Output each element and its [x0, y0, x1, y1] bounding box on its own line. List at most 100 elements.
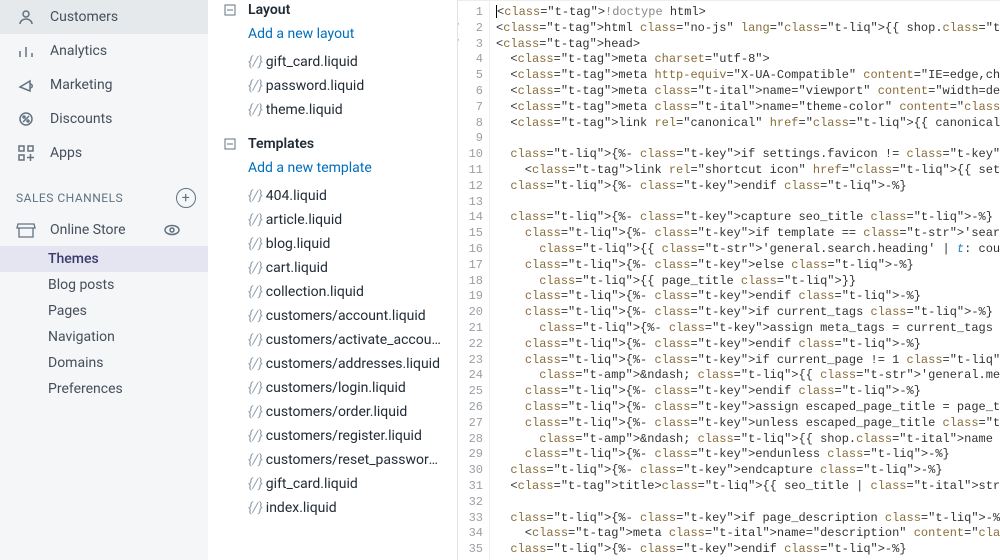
- add-channel-button[interactable]: +: [176, 188, 196, 208]
- code-line[interactable]: class="t-liq">{%- class="t-key">unless e…: [496, 416, 1000, 432]
- file-item[interactable]: {/}article.liquid: [208, 208, 457, 232]
- file-name: article.liquid: [266, 212, 342, 228]
- file-name: gift_card.liquid: [266, 476, 358, 492]
- file-item[interactable]: {/}customers/addresses.liquid: [208, 352, 457, 376]
- liquid-icon: {/}: [248, 332, 263, 348]
- code-line[interactable]: <class="t-tag">meta class="t-ital">name=…: [496, 100, 1000, 116]
- code-line[interactable]: <class="t-tag">title>class="t-liq">{{ se…: [496, 479, 1000, 495]
- code-line[interactable]: class="t-liq">{%- class="t-key">endif cl…: [496, 289, 1000, 305]
- file-item[interactable]: {/}customers/reset_password.liquid: [208, 448, 457, 472]
- code-line[interactable]: class="t-liq">{%- class="t-key">endunles…: [496, 447, 1000, 463]
- sidebar-item-online-store[interactable]: Online Store: [0, 214, 208, 246]
- code-line[interactable]: <class="t-tag">link rel="shortcut icon" …: [496, 163, 1000, 179]
- liquid-icon: {/}: [248, 284, 263, 300]
- code-line[interactable]: class="t-liq">{%- class="t-key">assign e…: [496, 400, 1000, 416]
- sidebar-sub-domains[interactable]: Domains: [0, 350, 208, 376]
- sidebar-sub-preferences[interactable]: Preferences: [0, 376, 208, 402]
- code-line[interactable]: class="t-liq">{%- class="t-key">if setti…: [496, 147, 1000, 163]
- file-item[interactable]: {/}gift_card.liquid: [208, 472, 457, 496]
- apps-icon: [16, 143, 36, 163]
- file-item[interactable]: {/}customers/order.liquid: [208, 400, 457, 424]
- collapse-icon: [224, 4, 236, 16]
- code-line[interactable]: class="t-amp">&ndash; class="t-liq">{{ s…: [496, 432, 1000, 448]
- code-line[interactable]: <class="t-tag">meta http-equiv="X-UA-Com…: [496, 68, 1000, 84]
- sidebar-sub-blog-posts[interactable]: Blog posts: [0, 272, 208, 298]
- sidebar-sub-navigation[interactable]: Navigation: [0, 324, 208, 350]
- marketing-icon: [16, 75, 36, 95]
- file-item[interactable]: {/}customers/activate_account.liquid: [208, 328, 457, 352]
- code-line[interactable]: [496, 195, 1000, 211]
- liquid-icon: {/}: [248, 78, 263, 94]
- code-line[interactable]: <class="t-tag">html class="no-js" lang="…: [496, 21, 1000, 37]
- code-line[interactable]: class="t-liq">{%- class="t-key">if templ…: [496, 226, 1000, 242]
- sales-channels-label: SALES CHANNELS: [16, 191, 123, 205]
- nav-label: Analytics: [50, 43, 107, 59]
- file-item[interactable]: {/}customers/register.liquid: [208, 424, 457, 448]
- sidebar-item-marketing[interactable]: Marketing: [0, 68, 208, 102]
- file-name: password.liquid: [266, 78, 364, 94]
- code-line[interactable]: class="t-liq">{%- class="t-key">endif cl…: [496, 337, 1000, 353]
- code-line[interactable]: class="t-liq">{%- class="t-key">capture …: [496, 210, 1000, 226]
- code-line[interactable]: class="t-liq">{%- class="t-key">endif cl…: [496, 179, 1000, 195]
- file-item[interactable]: {/}index.liquid: [208, 496, 457, 520]
- add-template-link[interactable]: Add a new template: [208, 156, 457, 184]
- liquid-icon: {/}: [248, 212, 263, 228]
- discount-icon: [16, 109, 36, 129]
- file-item[interactable]: {/}theme.liquid: [208, 98, 457, 122]
- file-item[interactable]: {/}cart.liquid: [208, 256, 457, 280]
- code-line[interactable]: <class="t-tag">!doctype html>: [496, 5, 1000, 21]
- layout-section-title: Layout: [248, 2, 290, 18]
- file-name: customers/register.liquid: [266, 428, 422, 444]
- liquid-icon: {/}: [248, 500, 263, 516]
- section-header-templates[interactable]: Templates: [208, 122, 457, 156]
- liquid-icon: {/}: [248, 236, 263, 252]
- sidebar-item-discounts[interactable]: Discounts: [0, 102, 208, 136]
- templates-section-title: Templates: [248, 136, 314, 152]
- code-line[interactable]: class="t-liq">{{ class="t-str">'general.…: [496, 242, 1000, 258]
- code-line[interactable]: class="t-liq">{%- class="t-key">endif cl…: [496, 384, 1000, 400]
- section-header-layout[interactable]: Layout: [208, 0, 457, 22]
- sidebar-sub-pages[interactable]: Pages: [0, 298, 208, 324]
- code-line[interactable]: [496, 131, 1000, 147]
- code-line[interactable]: class="t-liq">{%- class="t-key">if curre…: [496, 305, 1000, 321]
- code-line[interactable]: class="t-liq">{%- class="t-key">else cla…: [496, 258, 1000, 274]
- code-line[interactable]: class="t-amp">&ndash; class="t-liq">{{ c…: [496, 368, 1000, 384]
- liquid-icon: {/}: [248, 54, 263, 70]
- code-line[interactable]: <class="t-tag">meta charset="utf-8">: [496, 52, 1000, 68]
- file-item[interactable]: {/}blog.liquid: [208, 232, 457, 256]
- file-item[interactable]: {/}gift_card.liquid: [208, 50, 457, 74]
- file-item[interactable]: {/}customers/account.liquid: [208, 304, 457, 328]
- code-line[interactable]: <class="t-tag">head>: [496, 37, 1000, 53]
- sidebar-item-customers[interactable]: Customers: [0, 0, 208, 34]
- code-line[interactable]: class="t-liq">{%- class="t-key">if page_…: [496, 511, 1000, 527]
- file-name: blog.liquid: [266, 236, 331, 252]
- code-line[interactable]: class="t-liq">{{ page_title class="t-liq…: [496, 274, 1000, 290]
- editor-code[interactable]: <class="t-tag">!doctype html><class="t-t…: [490, 1, 1000, 560]
- code-line[interactable]: class="t-liq">{%- class="t-key">if curre…: [496, 353, 1000, 369]
- file-item[interactable]: {/}customers/login.liquid: [208, 376, 457, 400]
- sidebar-item-analytics[interactable]: Analytics: [0, 34, 208, 68]
- file-name: customers/reset_password.liquid: [266, 452, 441, 468]
- main-sidebar: Customers Analytics MarketingDiscountsApps…: [0, 0, 208, 560]
- code-line[interactable]: class="t-liq">{%- class="t-key">endif cl…: [496, 542, 1000, 558]
- view-store-icon[interactable]: [162, 220, 182, 240]
- code-line[interactable]: class="t-liq">{%- class="t-key">assign m…: [496, 321, 1000, 337]
- file-item[interactable]: {/}404.liquid: [208, 184, 457, 208]
- code-line[interactable]: <class="t-tag">meta class="t-ital">name=…: [496, 526, 1000, 542]
- code-line[interactable]: class="t-liq">{%- class="t-key">endcaptu…: [496, 463, 1000, 479]
- plus-icon: +: [182, 191, 190, 205]
- file-name: customers/order.liquid: [266, 404, 407, 420]
- file-item[interactable]: {/}collection.liquid: [208, 280, 457, 304]
- liquid-icon: {/}: [248, 452, 263, 468]
- file-item[interactable]: {/}password.liquid: [208, 74, 457, 98]
- file-panel: Layout Add a new layout {/}gift_card.liq…: [208, 0, 458, 560]
- code-line[interactable]: <class="t-tag">meta class="t-ital">name=…: [496, 84, 1000, 100]
- code-line[interactable]: <class="t-tag">link rel="canonical" href…: [496, 116, 1000, 132]
- sidebar-item-apps[interactable]: Apps: [0, 136, 208, 170]
- add-layout-link[interactable]: Add a new layout: [208, 22, 457, 50]
- code-line[interactable]: [496, 495, 1000, 511]
- sidebar-sub-themes[interactable]: Themes: [0, 246, 208, 272]
- file-name: collection.liquid: [266, 284, 364, 300]
- editor-gutter: 1234567891011121314151617181920212223242…: [458, 1, 490, 560]
- code-editor[interactable]: 1234567891011121314151617181920212223242…: [458, 0, 1000, 560]
